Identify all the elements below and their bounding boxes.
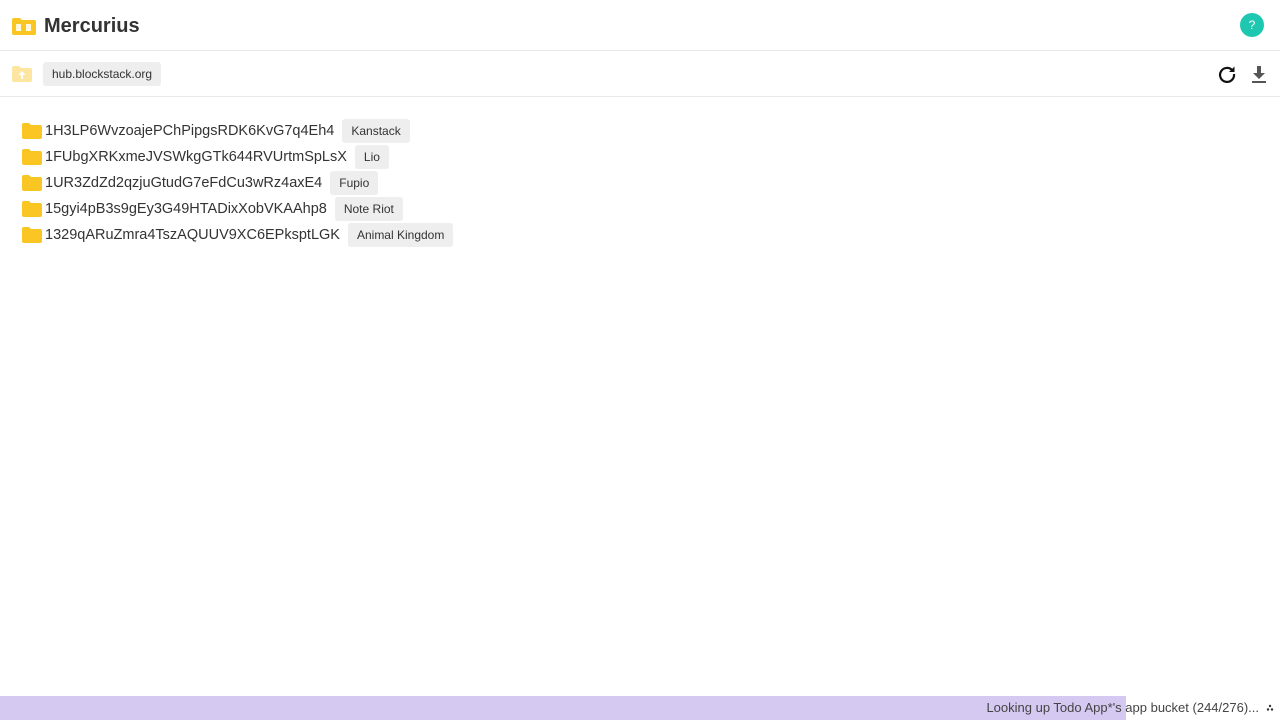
folder-name[interactable]: 15gyi4pB3s9gEy3G49HTADixXobVKAAhp8 [45, 201, 327, 217]
folders-icon [12, 18, 36, 35]
folder-name[interactable]: 1FUbgXRKxmeJVSWkgGTk644RVUrtmSpLsX [45, 149, 347, 165]
app-tag: Animal Kingdom [347, 223, 454, 247]
path-breadcrumb[interactable]: hub.blockstack.org [43, 62, 162, 86]
folder-icon [22, 123, 42, 139]
status-text: Looking up Todo App*'s app bucket (244/2… [986, 700, 1259, 715]
list-item[interactable]: 15gyi4pB3s9gEy3G49HTADixXobVKAAhp8 Note … [22, 196, 453, 222]
folder-icon [22, 175, 42, 191]
list-item[interactable]: 1UR3ZdZd2qzjuGtudG7eFdCu3wRz4axE4 Fupio [22, 170, 453, 196]
app-tag: Note Riot [334, 197, 403, 221]
list-item[interactable]: 1329qARuZmra4TszAQUUV9XC6EPksptLGK Anima… [22, 222, 454, 248]
help-button[interactable]: ? [1240, 13, 1264, 37]
app-title: Mercurius [44, 15, 140, 37]
folder-name[interactable]: 1H3LP6WvzoajePChPipgsRDK6KvG7q4Eh4 [45, 123, 334, 139]
app-header: Mercurius ? [0, 0, 1280, 51]
folder-name[interactable]: 1329qARuZmra4TszAQUUV9XC6EPksptLGK [45, 227, 340, 243]
status-progress-bar [0, 696, 1127, 720]
status-bar: Looking up Todo App*'s app bucket (244/2… [0, 696, 1280, 720]
list-item[interactable]: 1FUbgXRKxmeJVSWkgGTk644RVUrtmSpLsX Lio [22, 144, 453, 170]
refresh-icon[interactable] [1217, 64, 1237, 84]
app-tag: Fupio [330, 171, 379, 195]
folder-icon [22, 227, 42, 243]
loading-spinner-icon [1266, 704, 1274, 711]
download-icon[interactable] [1249, 64, 1269, 84]
app-tag: Kanstack [342, 119, 410, 143]
app-tag: Lio [354, 145, 389, 169]
list-item[interactable]: 1H3LP6WvzoajePChPipgsRDK6KvG7q4Eh4 Kanst… [22, 118, 453, 144]
file-list: 1H3LP6WvzoajePChPipgsRDK6KvG7q4Eh4 Kanst… [22, 118, 454, 248]
toolbar: hub.blockstack.org [0, 52, 1280, 97]
folder-icon [22, 149, 42, 165]
folder-name[interactable]: 1UR3ZdZd2qzjuGtudG7eFdCu3wRz4axE4 [45, 175, 322, 191]
folder-up-icon[interactable] [12, 66, 32, 82]
folder-icon [22, 201, 42, 217]
